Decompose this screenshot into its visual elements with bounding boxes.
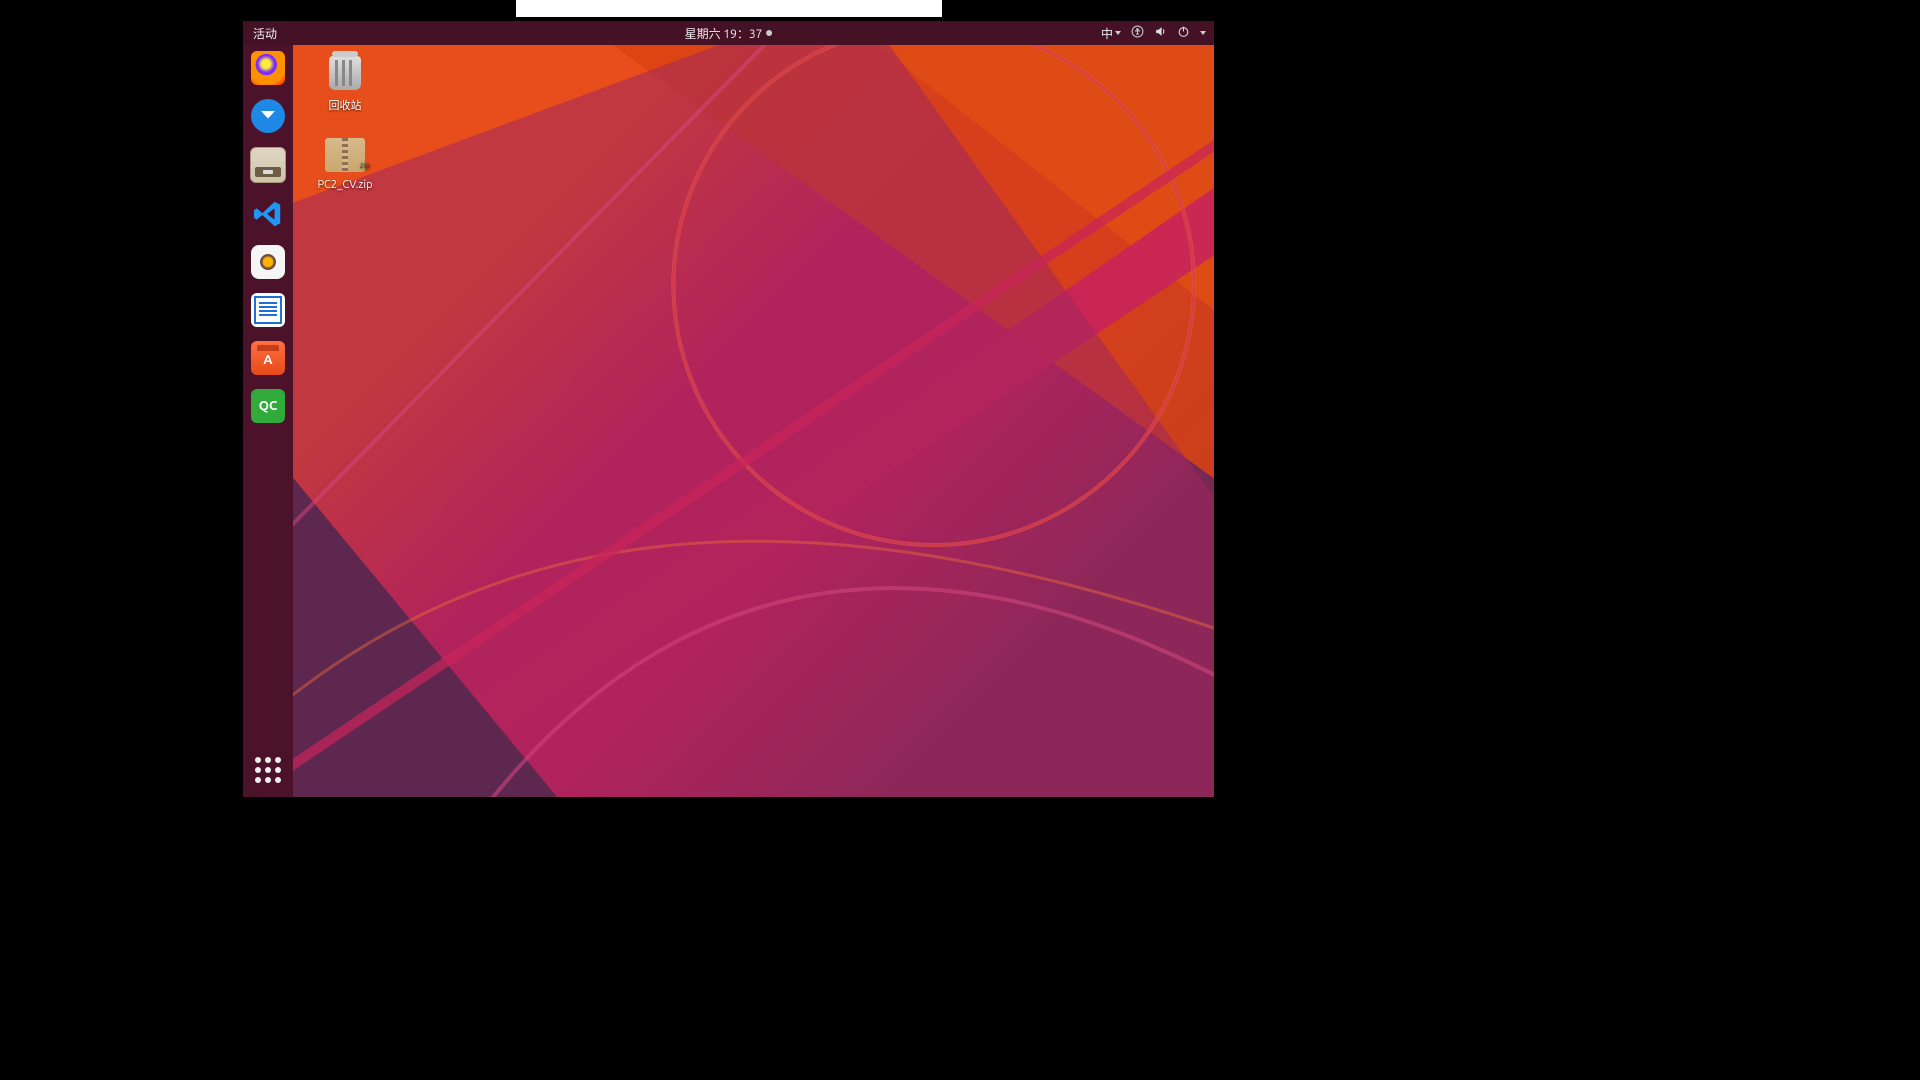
- archive-icon: [325, 138, 365, 172]
- trash-desktop-icon[interactable]: 回收站: [305, 53, 385, 113]
- show-applications-button[interactable]: [251, 753, 285, 787]
- dock-thunderbird[interactable]: [251, 99, 285, 133]
- clock-text: 星期六 19：37: [685, 25, 763, 42]
- activities-button[interactable]: 活动: [243, 25, 287, 42]
- trash-label: 回收站: [305, 97, 385, 113]
- vscode-icon: [253, 199, 283, 229]
- ubuntu-dock: QC: [243, 45, 293, 797]
- notification-dot-icon: [766, 30, 772, 36]
- dock-firefox[interactable]: [251, 51, 285, 85]
- zip-file-desktop-icon[interactable]: PC2_CV.zip: [305, 135, 385, 191]
- dock-libreoffice-writer[interactable]: [251, 293, 285, 327]
- zip-file-label: PC2_CV.zip: [305, 179, 385, 191]
- system-tray: 中: [1101, 25, 1206, 42]
- desktop-wallpaper: 回收站 PC2_CV.zip: [293, 45, 1214, 797]
- panel-clock[interactable]: 星期六 19：37: [685, 25, 773, 42]
- volume-icon[interactable]: [1154, 25, 1167, 41]
- wallpaper-art: [293, 45, 1214, 797]
- ubuntu-desktop: 活动 星期六 19：37 中: [243, 21, 1214, 797]
- dock-rhythmbox[interactable]: [251, 245, 285, 279]
- power-icon[interactable]: [1177, 25, 1190, 41]
- ime-label: 中: [1101, 25, 1113, 42]
- dock-qc-app[interactable]: QC: [251, 389, 285, 423]
- qc-label: QC: [259, 399, 278, 413]
- input-method-indicator[interactable]: 中: [1101, 25, 1121, 42]
- trash-icon: [329, 56, 361, 90]
- dock-vscode[interactable]: [251, 197, 285, 231]
- gnome-top-panel: 活动 星期六 19：37 中: [243, 21, 1214, 45]
- caret-down-icon: [1115, 31, 1121, 35]
- browser-url-bar[interactable]: [516, 0, 942, 17]
- dock-files[interactable]: [250, 147, 286, 183]
- dock-ubuntu-software[interactable]: [251, 341, 285, 375]
- accessibility-icon[interactable]: [1131, 25, 1144, 41]
- system-menu-caret-icon[interactable]: [1200, 31, 1206, 35]
